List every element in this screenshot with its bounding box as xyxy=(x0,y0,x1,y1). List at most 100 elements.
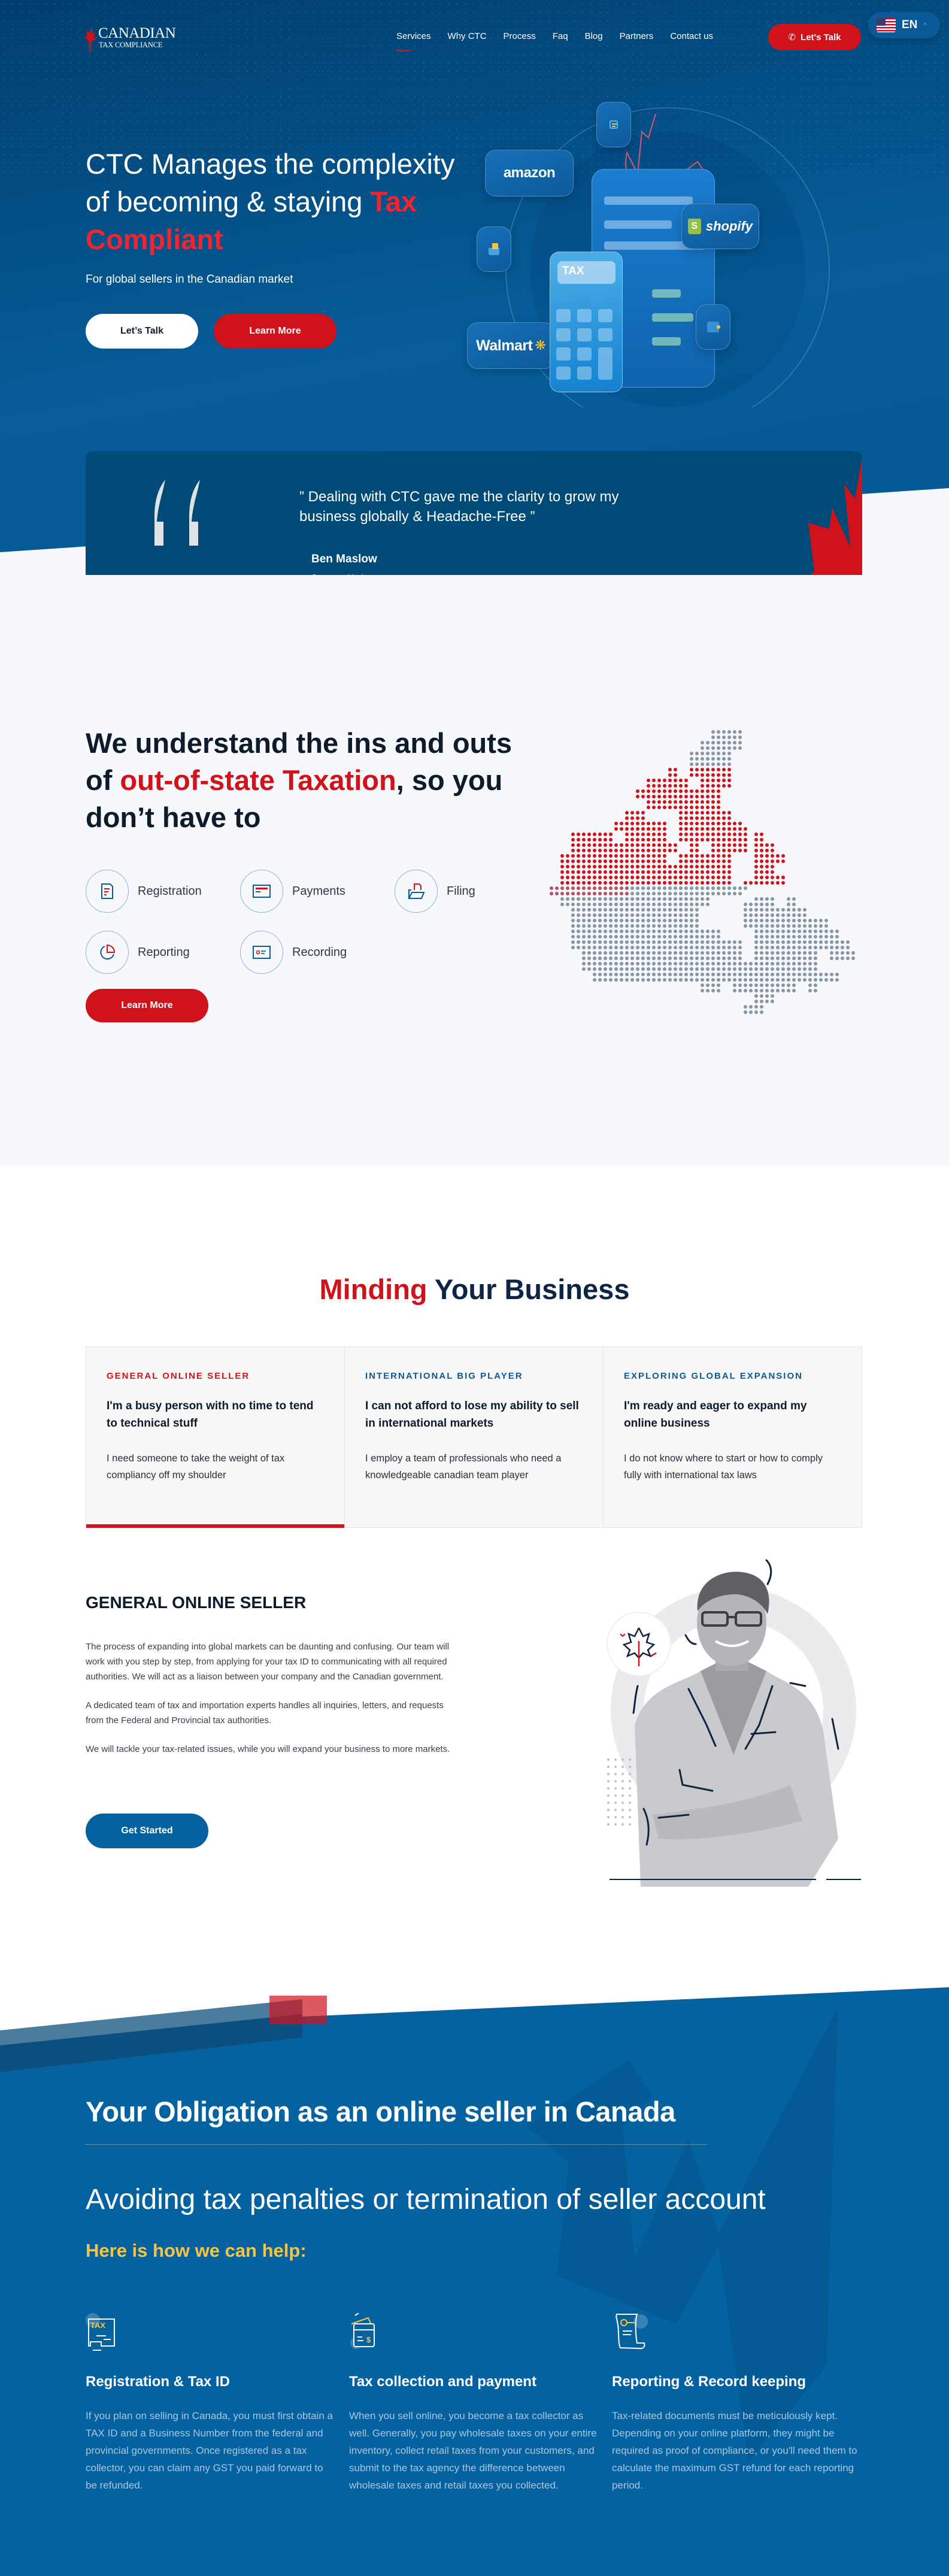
map-dot xyxy=(754,951,758,955)
map-dot xyxy=(604,967,607,971)
map-dot xyxy=(582,865,586,868)
map-dot xyxy=(587,946,591,949)
map-dot xyxy=(620,859,623,863)
map-dot xyxy=(684,886,688,890)
map-dot xyxy=(641,935,645,939)
map-dot xyxy=(733,741,736,744)
map-dot xyxy=(647,827,650,831)
nav-link-blog[interactable]: Blog xyxy=(585,31,603,41)
map-dot xyxy=(792,962,796,965)
feature-tax-collection: $ Tax collection and payment When you se… xyxy=(349,2312,601,2494)
learn-more-services-button[interactable]: Learn More xyxy=(86,989,208,1022)
map-dot xyxy=(614,946,618,949)
map-dot xyxy=(566,903,569,906)
map-dot xyxy=(695,908,699,912)
map-dot xyxy=(803,940,807,944)
map-dot xyxy=(711,800,715,804)
persona-detail-title: GENERAL ONLINE SELLER xyxy=(86,1593,307,1612)
lets-talk-nav-button[interactable]: ✆ Let's Talk xyxy=(768,24,861,50)
nav-link-services[interactable]: Services xyxy=(396,31,431,52)
map-dot xyxy=(668,876,672,879)
map-dot xyxy=(765,978,769,982)
map-dot xyxy=(717,983,720,987)
map-dot xyxy=(835,935,839,939)
map-dot xyxy=(690,843,693,847)
map-dot xyxy=(668,946,672,949)
persona-detail-paragraph: A dedicated team of tax and importation … xyxy=(86,1700,444,1726)
learn-more-button[interactable]: Learn More xyxy=(214,314,336,349)
service-reporting[interactable]: Reporting xyxy=(86,931,190,974)
map-dot xyxy=(792,973,796,976)
nav-link-partners[interactable]: Partners xyxy=(620,31,654,41)
map-dot xyxy=(706,956,710,960)
nav-link-faq[interactable]: Faq xyxy=(553,31,568,41)
map-dot xyxy=(647,951,650,955)
calc-key xyxy=(577,309,592,322)
map-dot xyxy=(787,919,790,922)
map-dot xyxy=(819,940,823,944)
map-dot xyxy=(803,908,807,912)
persona-card-general-online-seller[interactable]: GENERAL ONLINE SELLER I'm a busy person … xyxy=(86,1347,345,1528)
map-dot xyxy=(765,849,769,852)
map-dot xyxy=(733,822,736,825)
persona-card-exploring-global-expansion[interactable]: EXPLORING GLOBAL EXPANSION I'm ready and… xyxy=(604,1347,862,1527)
map-dot xyxy=(604,849,607,852)
map-dot xyxy=(620,822,623,825)
service-registration[interactable]: Registration xyxy=(86,870,202,913)
map-dot xyxy=(733,962,736,965)
map-dot xyxy=(647,881,650,885)
map-dot xyxy=(787,908,790,912)
map-dot xyxy=(625,816,629,820)
map-dot xyxy=(614,913,618,917)
map-dot xyxy=(647,908,650,912)
map-dot xyxy=(609,908,613,912)
language-selector[interactable]: EN ^ xyxy=(868,12,940,38)
logo[interactable]: CANADIAN TAX COMPLIANCE xyxy=(84,25,186,53)
service-payments[interactable]: Payments xyxy=(240,870,345,913)
map-dot xyxy=(754,833,758,836)
map-dot xyxy=(647,967,650,971)
map-dot xyxy=(717,833,720,836)
folder-icon xyxy=(408,883,425,899)
map-dot xyxy=(614,886,618,890)
map-dot xyxy=(733,956,736,960)
persona-card-international-big-player[interactable]: INTERNATIONAL BIG PLAYER I can not affor… xyxy=(345,1347,604,1527)
nav-link-contact-us[interactable]: Contact us xyxy=(670,31,713,41)
service-filing[interactable]: Filing xyxy=(395,870,475,913)
map-dot xyxy=(695,967,699,971)
map-dot xyxy=(663,924,666,928)
map-dot xyxy=(582,892,586,895)
map-dot xyxy=(706,746,710,750)
map-dot xyxy=(706,827,710,831)
map-dot xyxy=(776,876,780,879)
map-dot xyxy=(722,730,726,734)
map-dot xyxy=(609,865,613,868)
map-dot xyxy=(657,908,661,912)
map-dot xyxy=(717,784,720,788)
map-dot xyxy=(690,870,693,874)
map-dot xyxy=(690,854,693,858)
map-dot xyxy=(733,940,736,944)
calc-key xyxy=(598,328,613,341)
map-dot xyxy=(781,876,785,879)
map-dot xyxy=(727,962,731,965)
map-dot xyxy=(587,843,591,847)
map-dot xyxy=(733,967,736,971)
walmart-spark-icon: ❋ xyxy=(535,338,546,353)
nav-link-process[interactable]: Process xyxy=(504,31,536,41)
map-dot xyxy=(647,930,650,933)
map-dot xyxy=(663,946,666,949)
map-dot xyxy=(550,892,553,895)
nav-link-why-ctc[interactable]: Why CTC xyxy=(448,31,487,41)
map-dot xyxy=(609,913,613,917)
map-dot xyxy=(652,827,656,831)
lets-talk-button[interactable]: Let’s Talk xyxy=(86,314,198,349)
map-dot xyxy=(803,951,807,955)
map-dot xyxy=(647,865,650,868)
get-started-button[interactable]: Get Started xyxy=(86,1814,208,1848)
map-dot xyxy=(598,892,602,895)
map-dot xyxy=(679,908,683,912)
service-recording[interactable]: Recording xyxy=(240,931,347,974)
map-dot xyxy=(798,913,801,917)
map-dot xyxy=(566,854,569,858)
